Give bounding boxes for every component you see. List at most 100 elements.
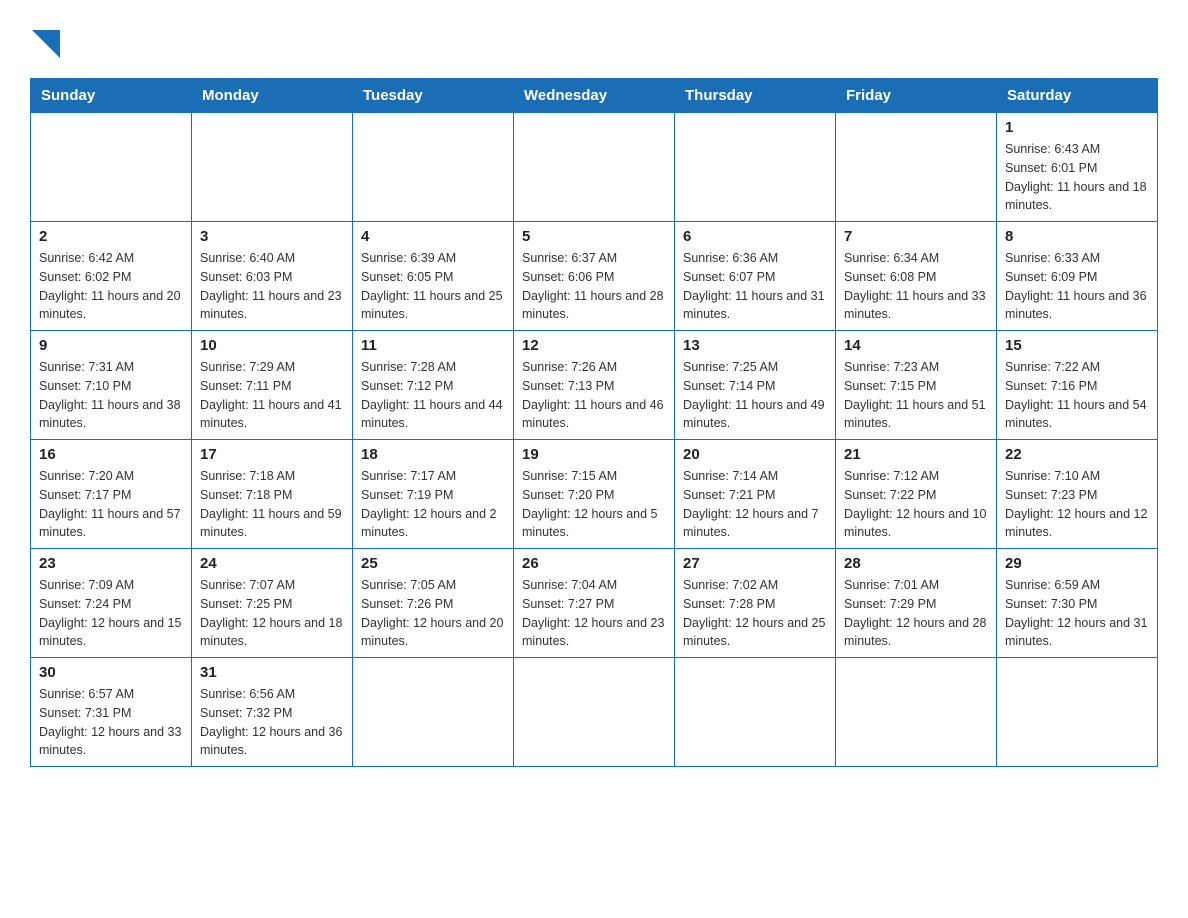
day-info: Sunrise: 7:26 AMSunset: 7:13 PMDaylight:… [522,358,666,433]
day-info: Sunrise: 7:25 AMSunset: 7:14 PMDaylight:… [683,358,827,433]
day-number: 14 [844,337,988,354]
day-info: Sunrise: 6:43 AMSunset: 6:01 PMDaylight:… [1005,140,1149,215]
day-number: 9 [39,337,183,354]
calendar-cell: 10Sunrise: 7:29 AMSunset: 7:11 PMDayligh… [192,331,353,440]
calendar-cell: 28 Sunrise: 7:01 AMSunset: 7:29 PMDayligh… [836,549,997,658]
calendar-cell: 7Sunrise: 6:34 AMSunset: 6:08 PMDaylight… [836,222,997,331]
calendar-cell: 3 Sunrise: 6:40 AMSunset: 6:03 PMDaylight… [192,222,353,331]
calendar-cell: 5 Sunrise: 6:37 AMSunset: 6:06 PMDaylight… [514,222,675,331]
calendar-cell: 15Sunrise: 7:22 AMSunset: 7:16 PMDayligh… [997,331,1158,440]
day-info: Sunrise: 7:05 AMSunset: 7:26 PMDaylight:… [361,576,505,651]
calendar-cell: 25 Sunrise: 7:05 AMSunset: 7:26 PMDayligh… [353,549,514,658]
calendar-cell: 22 Sunrise: 7:10 AMSunset: 7:23 PMDayligh… [997,440,1158,549]
calendar-cell [836,658,997,767]
calendar-week-5: 23 Sunrise: 7:09 AMSunset: 7:24 PMDayligh… [31,549,1158,658]
calendar-table: SundayMondayTuesdayWednesdayThursdayFrid… [30,78,1158,767]
day-number: 26 [522,555,666,572]
day-number: 13 [683,337,827,354]
day-info: Sunrise: 7:22 AMSunset: 7:16 PMDaylight:… [1005,358,1149,433]
day-info: Sunrise: 6:37 AMSunset: 6:06 PMDaylight:… [522,249,666,324]
day-info: Sunrise: 6:39 AMSunset: 6:05 PMDaylight:… [361,249,505,324]
calendar-cell [675,113,836,222]
day-info: Sunrise: 7:07 AMSunset: 7:25 PMDaylight:… [200,576,344,651]
calendar-week-4: 16 Sunrise: 7:20 AMSunset: 7:17 PMDayligh… [31,440,1158,549]
calendar-cell: 19 Sunrise: 7:15 AMSunset: 7:20 PMDayligh… [514,440,675,549]
weekday-header-thursday: Thursday [675,79,836,113]
page-header [30,20,1158,60]
calendar-cell [514,113,675,222]
day-info: Sunrise: 6:57 AMSunset: 7:31 PMDaylight:… [39,685,183,760]
calendar-cell [31,113,192,222]
calendar-cell: 27Sunrise: 7:02 AMSunset: 7:28 PMDayligh… [675,549,836,658]
day-info: Sunrise: 7:31 AMSunset: 7:10 PMDaylight:… [39,358,183,433]
calendar-cell: 18 Sunrise: 7:17 AMSunset: 7:19 PMDayligh… [353,440,514,549]
day-info: Sunrise: 6:36 AMSunset: 6:07 PMDaylight:… [683,249,827,324]
calendar-cell: 1 Sunrise: 6:43 AMSunset: 6:01 PMDaylight… [997,113,1158,222]
weekday-header-friday: Friday [836,79,997,113]
day-number: 4 [361,228,505,245]
day-info: Sunrise: 7:14 AMSunset: 7:21 PMDaylight:… [683,467,827,542]
calendar-cell: 24 Sunrise: 7:07 AMSunset: 7:25 PMDayligh… [192,549,353,658]
day-number: 8 [1005,228,1149,245]
calendar-cell: 29Sunrise: 6:59 AMSunset: 7:30 PMDayligh… [997,549,1158,658]
day-number: 10 [200,337,344,354]
day-number: 23 [39,555,183,572]
calendar-cell: 12 Sunrise: 7:26 AMSunset: 7:13 PMDayligh… [514,331,675,440]
calendar-cell: 16 Sunrise: 7:20 AMSunset: 7:17 PMDayligh… [31,440,192,549]
calendar-cell: 20 Sunrise: 7:14 AMSunset: 7:21 PMDayligh… [675,440,836,549]
calendar-cell: 8 Sunrise: 6:33 AMSunset: 6:09 PMDaylight… [997,222,1158,331]
calendar-cell: 9 Sunrise: 7:31 AMSunset: 7:10 PMDaylight… [31,331,192,440]
day-number: 5 [522,228,666,245]
calendar-week-1: 1 Sunrise: 6:43 AMSunset: 6:01 PMDaylight… [31,113,1158,222]
weekday-header-wednesday: Wednesday [514,79,675,113]
day-number: 21 [844,446,988,463]
calendar-cell [514,658,675,767]
day-number: 7 [844,228,988,245]
day-number: 27 [683,555,827,572]
day-info: Sunrise: 7:17 AMSunset: 7:19 PMDaylight:… [361,467,505,542]
day-info: Sunrise: 7:09 AMSunset: 7:24 PMDaylight:… [39,576,183,651]
day-number: 6 [683,228,827,245]
calendar-cell [997,658,1158,767]
day-number: 1 [1005,119,1149,136]
day-info: Sunrise: 7:01 AMSunset: 7:29 PMDaylight:… [844,576,988,651]
calendar-cell: 11Sunrise: 7:28 AMSunset: 7:12 PMDayligh… [353,331,514,440]
day-number: 3 [200,228,344,245]
day-number: 31 [200,664,344,681]
day-info: Sunrise: 7:10 AMSunset: 7:23 PMDaylight:… [1005,467,1149,542]
calendar-cell [192,113,353,222]
calendar-cell [675,658,836,767]
weekday-header-sunday: Sunday [31,79,192,113]
day-number: 16 [39,446,183,463]
calendar-cell: 14Sunrise: 7:23 AMSunset: 7:15 PMDayligh… [836,331,997,440]
day-number: 22 [1005,446,1149,463]
day-info: Sunrise: 7:04 AMSunset: 7:27 PMDaylight:… [522,576,666,651]
day-info: Sunrise: 6:33 AMSunset: 6:09 PMDaylight:… [1005,249,1149,324]
calendar-week-3: 9 Sunrise: 7:31 AMSunset: 7:10 PMDaylight… [31,331,1158,440]
calendar-cell: 26 Sunrise: 7:04 AMSunset: 7:27 PMDayligh… [514,549,675,658]
calendar-cell: 23 Sunrise: 7:09 AMSunset: 7:24 PMDayligh… [31,549,192,658]
day-info: Sunrise: 7:20 AMSunset: 7:17 PMDaylight:… [39,467,183,542]
day-number: 20 [683,446,827,463]
calendar-cell: 30 Sunrise: 6:57 AMSunset: 7:31 PMDayligh… [31,658,192,767]
logo [30,30,60,60]
calendar-cell: 4 Sunrise: 6:39 AMSunset: 6:05 PMDaylight… [353,222,514,331]
day-info: Sunrise: 7:15 AMSunset: 7:20 PMDaylight:… [522,467,666,542]
day-info: Sunrise: 6:40 AMSunset: 6:03 PMDaylight:… [200,249,344,324]
day-info: Sunrise: 6:42 AMSunset: 6:02 PMDaylight:… [39,249,183,324]
calendar-cell: 31Sunrise: 6:56 AMSunset: 7:32 PMDayligh… [192,658,353,767]
day-number: 19 [522,446,666,463]
day-number: 24 [200,555,344,572]
weekday-header-monday: Monday [192,79,353,113]
day-number: 12 [522,337,666,354]
day-number: 18 [361,446,505,463]
day-number: 30 [39,664,183,681]
day-number: 25 [361,555,505,572]
day-number: 28 [844,555,988,572]
calendar-cell [836,113,997,222]
calendar-cell: 17Sunrise: 7:18 AMSunset: 7:18 PMDayligh… [192,440,353,549]
day-number: 11 [361,337,505,354]
calendar-cell [353,113,514,222]
weekday-header-tuesday: Tuesday [353,79,514,113]
calendar-header-row: SundayMondayTuesdayWednesdayThursdayFrid… [31,79,1158,113]
